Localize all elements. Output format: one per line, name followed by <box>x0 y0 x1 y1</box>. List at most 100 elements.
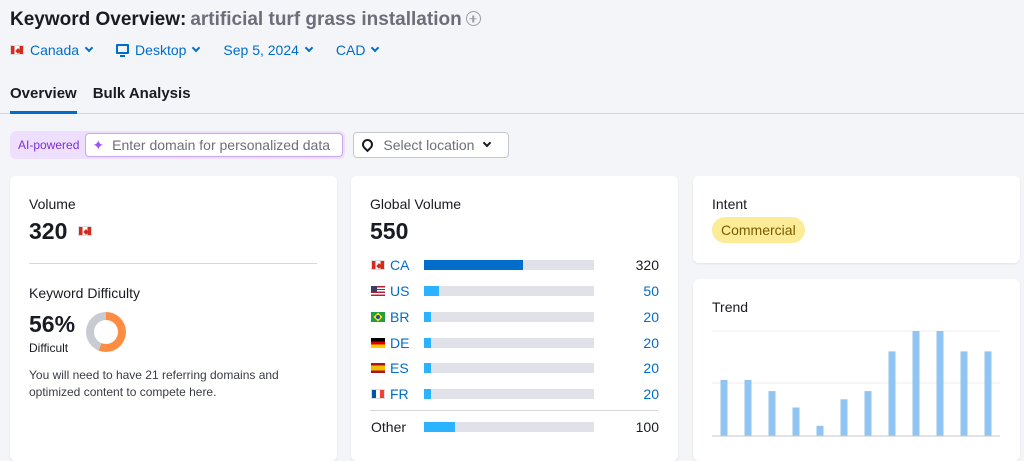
country-select[interactable]: Canada <box>10 42 94 58</box>
filters-bar: Canada Desktop Sep 5, 2024 CAD <box>10 42 402 58</box>
country-row-us[interactable]: US 50 <box>371 281 659 301</box>
trend-bar[interactable] <box>936 331 944 436</box>
country-row-br[interactable]: BR 20 <box>371 307 659 327</box>
bar-track <box>424 312 594 322</box>
bar-fill <box>424 389 431 399</box>
trend-bar[interactable] <box>984 351 992 436</box>
canada-flag-icon <box>371 260 385 270</box>
other-label: Other <box>371 419 407 435</box>
ai-powered-label: AI-powered <box>18 138 80 152</box>
page-title: Keyword Overview: artificial turf grass i… <box>10 9 481 31</box>
bar-fill <box>424 312 431 322</box>
country-volume: 20 <box>643 309 659 325</box>
trend-bar[interactable] <box>888 351 896 436</box>
trend-bar[interactable] <box>840 399 848 436</box>
trend-bar[interactable] <box>792 407 800 437</box>
bar-track <box>424 338 594 348</box>
toolbar: AI-powered ✦ Enter domain for personaliz… <box>10 131 510 159</box>
trend-bar[interactable] <box>912 331 920 436</box>
bar-track <box>424 260 594 270</box>
country-volume: 50 <box>643 283 659 299</box>
volume-label: Volume <box>29 196 76 212</box>
page-header: Keyword Overview: artificial turf grass i… <box>0 0 1024 114</box>
volume-number: 320 <box>29 218 68 244</box>
trend-bar-chart <box>712 330 1000 437</box>
bar-track <box>424 422 594 432</box>
location-pin-icon <box>360 136 376 152</box>
country-code: US <box>390 283 410 299</box>
bar-fill <box>424 422 455 432</box>
country-volume: 20 <box>643 335 659 351</box>
device-label: Desktop <box>135 42 187 58</box>
trend-bar[interactable] <box>768 391 776 436</box>
date-label: Sep 5, 2024 <box>223 42 299 58</box>
country-row-es[interactable]: ES 20 <box>371 358 659 378</box>
country-label: Canada <box>30 42 80 58</box>
domain-placeholder: Enter domain for personalized data <box>112 137 331 153</box>
spain-flag-icon <box>371 363 385 373</box>
domain-input[interactable]: ✦ Enter domain for personalized data <box>85 133 344 157</box>
add-plus-icon[interactable] <box>465 11 481 26</box>
card-divider <box>370 410 658 411</box>
canada-flag-icon <box>77 225 92 236</box>
currency-select[interactable]: CAD <box>335 42 380 58</box>
intent-badge: Commercial <box>712 217 805 243</box>
bar-fill <box>424 363 431 373</box>
volume-value: 320 <box>29 218 92 245</box>
country-code: BR <box>390 309 410 325</box>
brazil-flag-icon <box>371 312 385 322</box>
chevron-down-icon <box>304 43 314 53</box>
country-row-fr[interactable]: FR 20 <box>371 384 659 404</box>
bar-fill <box>424 286 440 296</box>
ai-powered-box: AI-powered ✦ Enter domain for personaliz… <box>10 131 346 159</box>
bar-fill <box>424 260 523 270</box>
device-select[interactable]: Desktop <box>116 42 201 58</box>
trend-bar[interactable] <box>816 425 824 436</box>
us-flag-icon <box>371 286 385 296</box>
keyword-text: artificial turf grass installation <box>190 9 462 30</box>
tab-bar: Overview Bulk Analysis <box>10 85 207 114</box>
kd-value: 56% <box>29 311 76 337</box>
bar-fill <box>424 338 431 348</box>
country-row-other: Other 100 <box>371 417 659 437</box>
bar-track <box>424 389 594 399</box>
tab-bulk-analysis[interactable]: Bulk Analysis <box>93 85 191 114</box>
chevron-down-icon <box>192 43 201 53</box>
country-code: CA <box>390 257 410 273</box>
trend-card: Trend <box>693 279 1020 461</box>
volume-card: Volume 320 Keyword Difficulty 56% Diffic… <box>10 176 337 461</box>
country-row-de[interactable]: DE 20 <box>371 333 659 353</box>
country-volume: 320 <box>635 257 659 273</box>
location-placeholder: Select location <box>383 137 475 153</box>
germany-flag-icon <box>371 338 385 348</box>
sparkle-icon: ✦ <box>92 136 105 153</box>
trend-bar[interactable] <box>864 391 872 436</box>
chevron-down-icon <box>483 138 492 148</box>
intent-card: Intent Commercial <box>693 176 1020 263</box>
card-divider <box>29 263 317 264</box>
trend-bar[interactable] <box>720 379 728 436</box>
chevron-down-icon <box>84 43 94 53</box>
country-volume: 20 <box>643 360 659 376</box>
canada-flag-icon <box>10 45 24 55</box>
kd-description: You will need to have 21 referring domai… <box>29 368 279 399</box>
bar-track <box>424 363 594 373</box>
country-code: FR <box>390 386 409 402</box>
location-select[interactable]: Select location <box>353 132 510 158</box>
country-code: ES <box>390 360 409 376</box>
kd-donut-chart <box>86 312 126 352</box>
kd-level: Difficult <box>29 341 69 355</box>
global-volume-card: Global Volume 550 CA 320 US 50 BR 20 DE … <box>351 176 678 461</box>
trend-bar[interactable] <box>744 379 752 436</box>
global-volume-label: Global Volume <box>370 196 462 212</box>
tab-overview[interactable]: Overview <box>10 85 77 114</box>
trend-bar[interactable] <box>960 351 968 436</box>
title-label: Keyword Overview: <box>10 9 187 30</box>
country-row-ca[interactable]: CA 320 <box>371 255 659 275</box>
currency-label: CAD <box>335 42 366 58</box>
other-volume: 100 <box>635 419 659 435</box>
global-volume-value: 550 <box>370 218 409 244</box>
intent-label: Intent <box>712 196 748 212</box>
date-select[interactable]: Sep 5, 2024 <box>223 42 314 58</box>
country-volume: 20 <box>643 386 659 402</box>
